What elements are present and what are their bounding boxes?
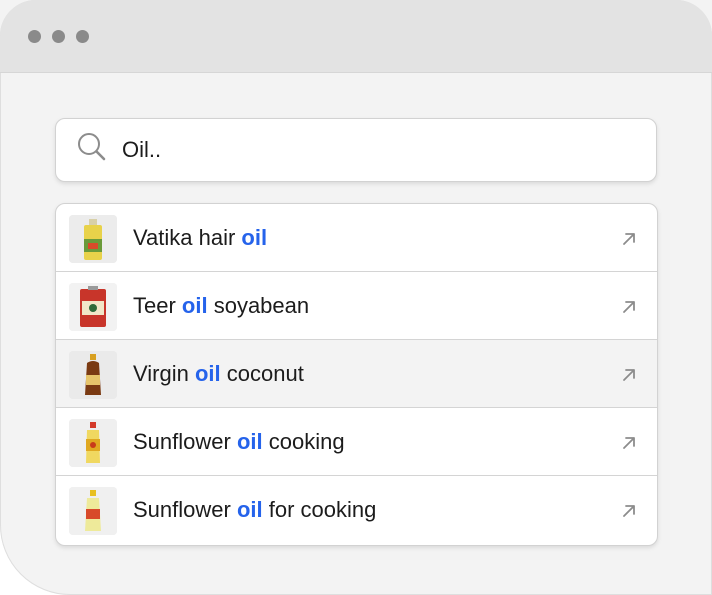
suggestion-item[interactable]: Teer oil soyabean: [56, 272, 657, 340]
search-input[interactable]: [122, 131, 622, 169]
match-highlight: oil: [194, 361, 221, 386]
arrow-up-right-icon[interactable]: [621, 231, 637, 247]
suggestion-label: Teer oil soyabean: [133, 293, 310, 318]
arrow-up-right-icon[interactable]: [621, 367, 637, 383]
match-highlight: oil: [181, 293, 208, 318]
match-highlight: oil: [241, 225, 268, 250]
window-dot[interactable]: [28, 30, 41, 43]
suggestion-item[interactable]: Sunflower oil for cooking: [56, 476, 657, 545]
suggestion-list: Vatika hair oil Teer oil soyabean Virgin…: [55, 203, 658, 546]
suggestion-item[interactable]: Vatika hair oil: [56, 204, 657, 272]
oil-tin-can-thumbnail: [69, 283, 117, 331]
sunflower-oil-bottle-thumbnail: [69, 419, 117, 467]
arrow-up-right-icon[interactable]: [621, 435, 637, 451]
match-highlight: oil: [236, 429, 263, 454]
title-bar: [0, 0, 712, 73]
search-icon[interactable]: [76, 131, 110, 165]
suggestion-label: Sunflower oil cooking: [133, 429, 345, 454]
arrow-up-right-icon[interactable]: [621, 299, 637, 315]
hair-oil-bottle-thumbnail: [69, 215, 117, 263]
arrow-up-right-icon[interactable]: [621, 503, 637, 519]
suggestion-label: Virgin oil coconut: [133, 361, 304, 386]
suggestion-item[interactable]: Sunflower oil cooking: [56, 408, 657, 476]
search-box[interactable]: [55, 118, 657, 182]
suggestion-label: Sunflower oil for cooking: [133, 497, 377, 522]
suggestion-item[interactable]: Virgin oil coconut: [56, 340, 657, 408]
window-dot[interactable]: [76, 30, 89, 43]
match-highlight: oil: [236, 497, 263, 522]
window-dot[interactable]: [52, 30, 65, 43]
coconut-oil-bottle-thumbnail: [69, 351, 117, 399]
browser-window: Vatika hair oil Teer oil soyabean: [0, 0, 712, 595]
suggestion-label: Vatika hair oil: [133, 225, 268, 250]
cooking-oil-bottle-thumbnail: [69, 487, 117, 535]
